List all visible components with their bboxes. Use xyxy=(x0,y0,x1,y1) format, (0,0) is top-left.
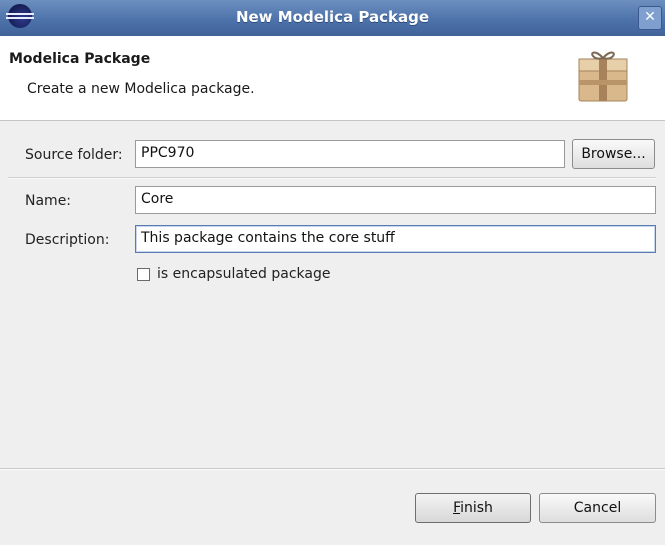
wizard-header: Modelica Package Create a new Modelica p… xyxy=(0,36,665,121)
finish-label: inish xyxy=(460,500,493,516)
separator xyxy=(8,177,656,179)
button-bar-separator xyxy=(0,468,665,470)
finish-button[interactable]: Finish xyxy=(415,493,531,523)
name-label: Name: xyxy=(25,193,72,209)
wizard-page-title: Modelica Package xyxy=(9,51,151,67)
source-folder-label: Source folder: xyxy=(25,147,123,163)
new-modelica-package-dialog: New Modelica Package ✕ Modelica Package … xyxy=(0,0,665,545)
encapsulated-checkbox[interactable] xyxy=(137,268,150,281)
encapsulated-label[interactable]: is encapsulated package xyxy=(157,266,330,282)
window-title: New Modelica Package xyxy=(235,8,430,26)
close-button[interactable]: ✕ xyxy=(638,6,662,30)
name-field[interactable]: Core xyxy=(135,186,656,214)
wizard-page-description: Create a new Modelica package. xyxy=(27,81,255,97)
description-label: Description: xyxy=(25,232,110,248)
browse-button[interactable]: Browse... xyxy=(572,139,655,169)
description-field[interactable]: This package contains the core stuff xyxy=(135,225,656,253)
source-folder-field[interactable]: PPC970 xyxy=(135,140,565,168)
title-bar[interactable]: New Modelica Package ✕ xyxy=(0,0,665,36)
cancel-button[interactable]: Cancel xyxy=(539,493,656,523)
package-icon xyxy=(578,51,628,102)
